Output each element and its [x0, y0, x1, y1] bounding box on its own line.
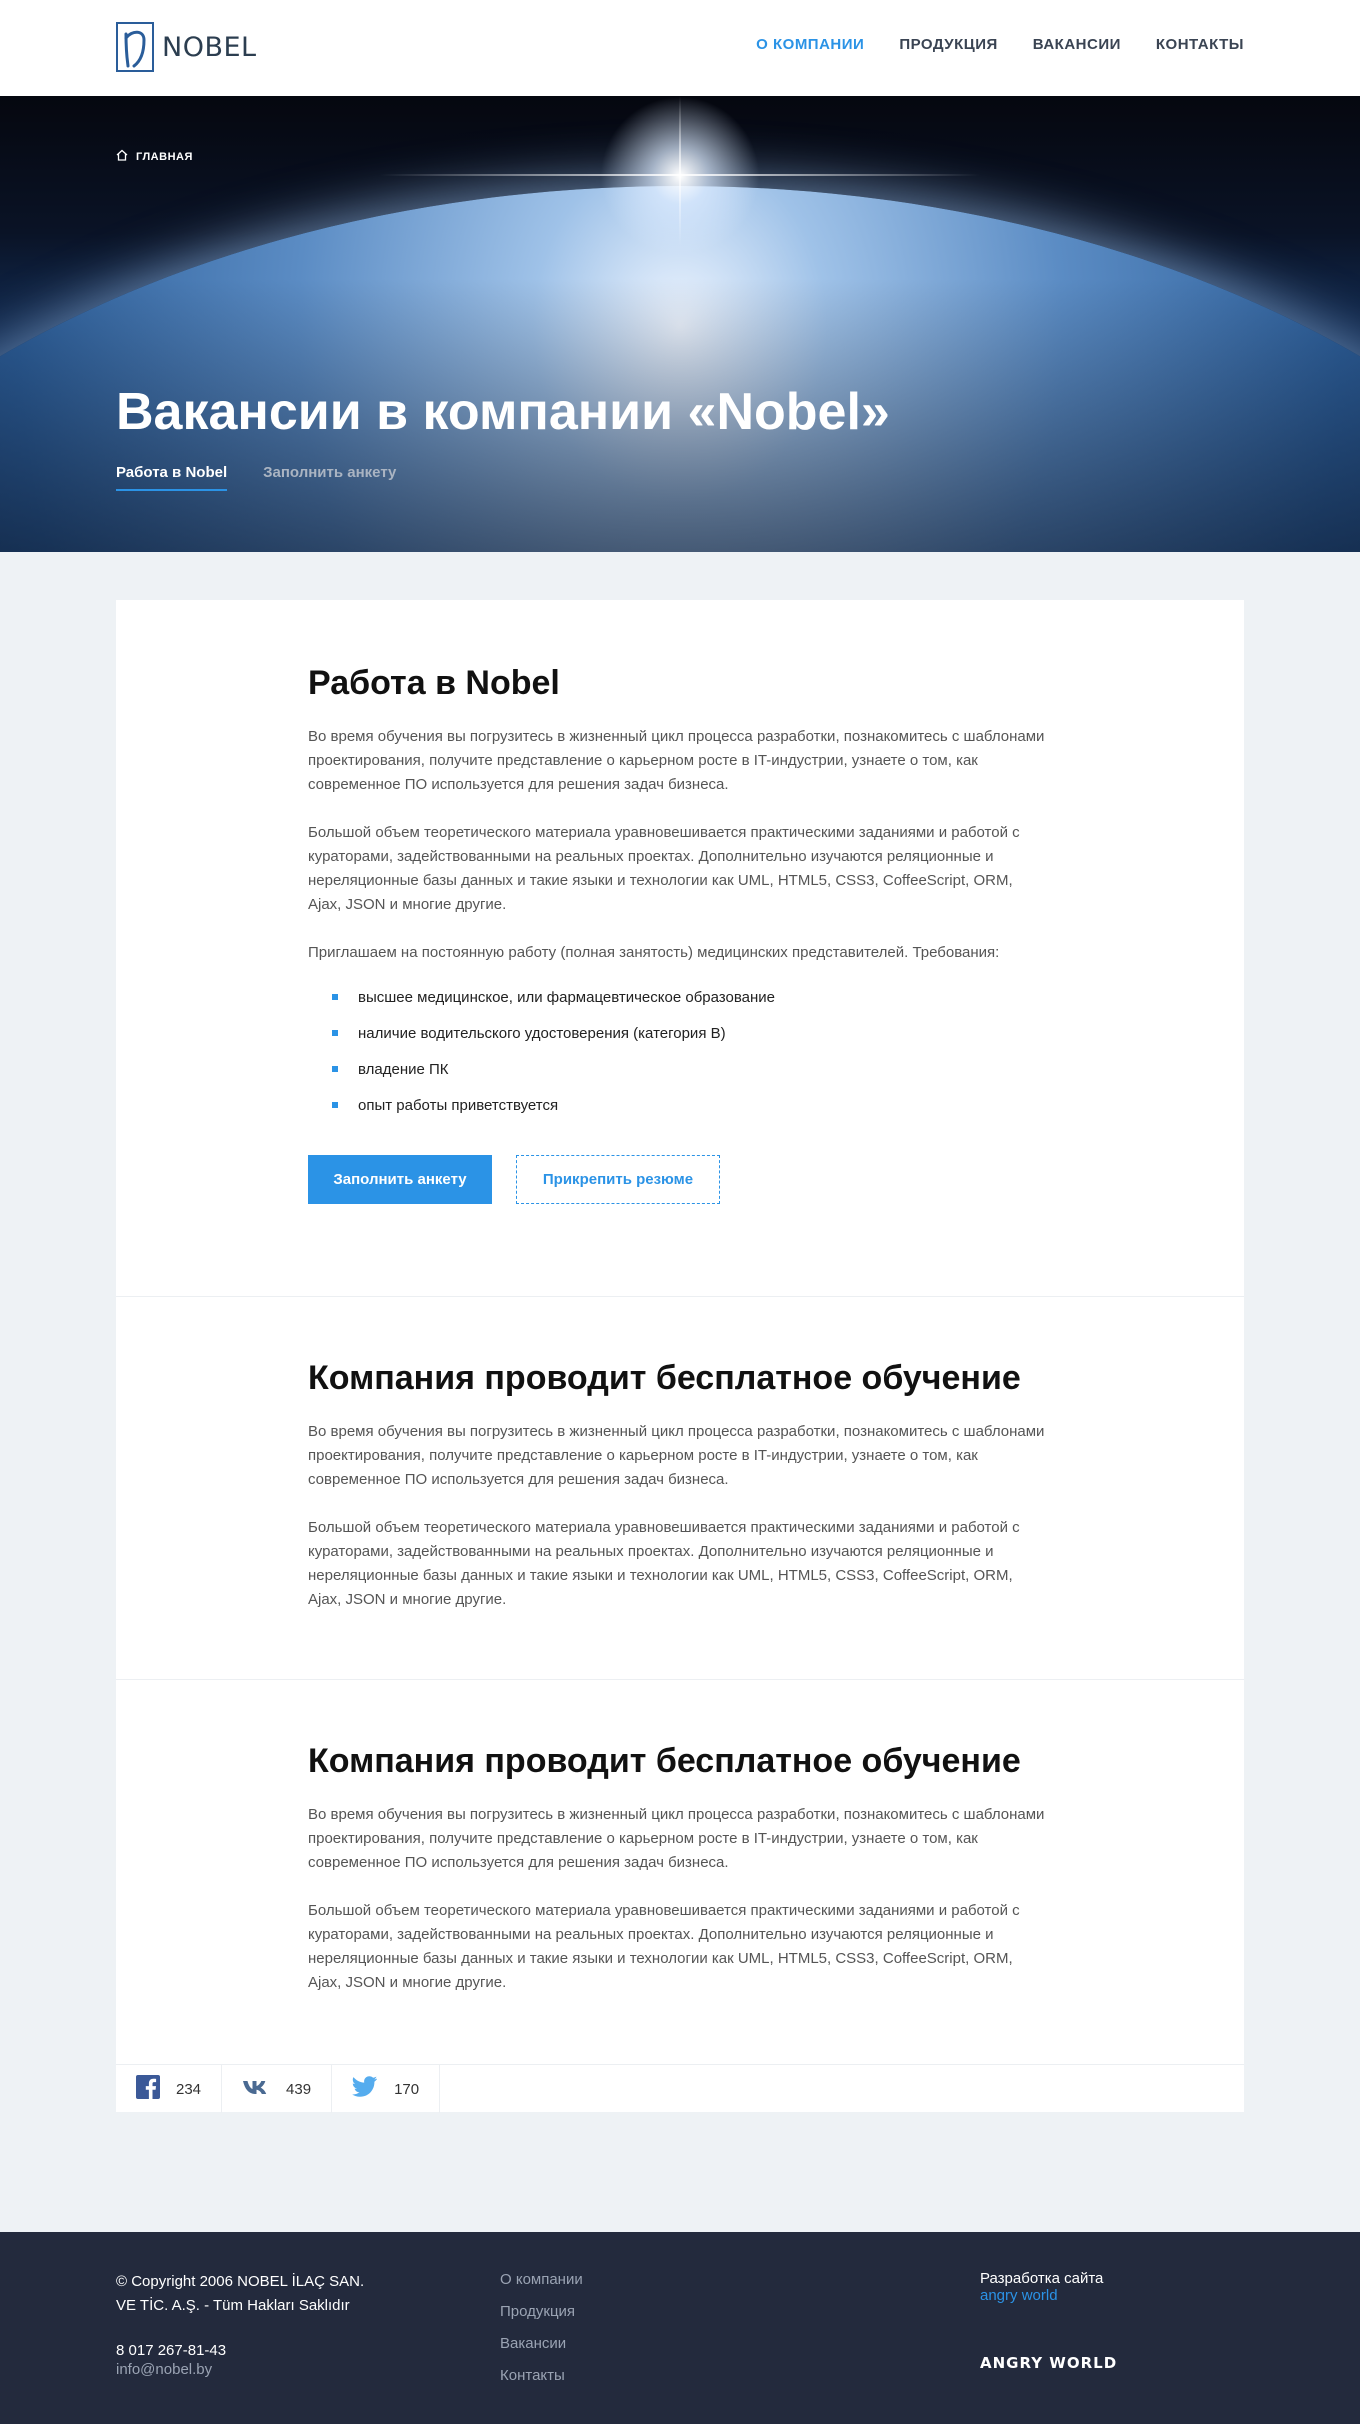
breadcrumb-home-link[interactable]: ГЛАВНАЯ — [136, 151, 193, 163]
developer-link[interactable]: angry world — [980, 2287, 1117, 2304]
footer-link-contacts[interactable]: Контакты — [500, 2366, 583, 2398]
copyright-text: © Copyright 2006 NOBEL İLAÇ SAN. — [116, 2273, 365, 2290]
footer-nav: О компании Продукция Вакансии Контакты — [500, 2270, 583, 2398]
twitter-icon — [352, 2075, 378, 2103]
share-count: 170 — [394, 2080, 420, 2098]
footer-link-vacancies[interactable]: Вакансии — [500, 2334, 583, 2366]
section-paragraph: Приглашаем на постоянную работу (полная … — [308, 944, 1000, 961]
share-facebook[interactable]: 234 — [116, 2065, 223, 2113]
nav-item-contacts[interactable]: КОНТАКТЫ — [1156, 36, 1244, 53]
share-count: 234 — [176, 2080, 202, 2098]
action-buttons: Заполнить анкету Прикрепить резюме — [308, 1155, 1048, 1204]
section-paragraph: Во время обучения вы погрузитесь в жизне… — [308, 1423, 1045, 1488]
footer-phone[interactable]: 8 017 267-81-43 — [116, 2342, 364, 2359]
footer-developer: Разработка сайта angry world ANGRY WORLD — [980, 2270, 1117, 2372]
list-item: опыт работы приветствуется — [332, 1087, 1048, 1123]
list-item: высшее медицинское, или фармацевтическое… — [332, 979, 1048, 1015]
attach-resume-button[interactable]: Прикрепить резюме — [516, 1155, 720, 1204]
facebook-icon — [136, 2074, 160, 2104]
section-title: Компания проводит бесплатное обучение — [308, 1742, 1021, 1780]
nav-item-company[interactable]: О КОМПАНИИ — [756, 36, 864, 53]
footer-link-company[interactable]: О компании — [500, 2270, 583, 2302]
share-twitter[interactable]: 170 — [332, 2065, 441, 2113]
bullet-icon — [332, 994, 338, 1000]
site-header: NOBEL О КОМПАНИИ ПРОДУКЦИЯ ВАКАНСИИ КОНТ… — [0, 0, 1360, 96]
section-paragraph: Большой объем теоретического материала у… — [308, 1519, 1020, 1608]
logo-mark-icon — [116, 22, 154, 72]
share-vk[interactable]: 439 — [222, 2065, 333, 2113]
fill-form-button[interactable]: Заполнить анкету — [308, 1155, 492, 1204]
share-bar: 234 439 170 — [116, 2064, 1244, 2113]
list-item-text: владение ПК — [358, 1060, 449, 1078]
nav-item-products[interactable]: ПРОДУКЦИЯ — [899, 36, 997, 53]
list-item: владение ПК — [332, 1051, 1048, 1087]
section-training: Компания проводит бесплатное обучение Во… — [116, 1297, 1244, 1679]
list-item-text: опыт работы приветствуется — [358, 1096, 559, 1114]
section-paragraph: Большой объем теоретического материала у… — [308, 1902, 1020, 1991]
nav-item-vacancies[interactable]: ВАКАНСИИ — [1033, 36, 1121, 53]
logo-text: NOBEL — [162, 31, 257, 63]
main-nav: О КОМПАНИИ ПРОДУКЦИЯ ВАКАНСИИ КОНТАКТЫ — [756, 36, 1244, 53]
section-paragraph: Во время обучения вы погрузитесь в жизне… — [308, 1806, 1045, 1871]
tab-fill-form[interactable]: Заполнить анкету — [263, 464, 396, 491]
breadcrumb: ГЛАВНАЯ — [116, 148, 193, 166]
developer-brand-logo[interactable]: ANGRY WORLD — [980, 2354, 1117, 2372]
footer-link-products[interactable]: Продукция — [500, 2302, 583, 2334]
developer-label: Разработка сайта — [980, 2270, 1104, 2287]
logo[interactable]: NOBEL — [116, 22, 257, 72]
section-title: Работа в Nobel — [308, 664, 560, 702]
bullet-icon — [332, 1102, 338, 1108]
content-card: Работа в Nobel Во время обучения вы погр… — [116, 600, 1244, 2113]
section-paragraph: Во время обучения вы погрузитесь в жизне… — [308, 728, 1045, 793]
home-icon[interactable] — [116, 148, 128, 166]
vk-icon — [242, 2078, 270, 2101]
footer-email[interactable]: info@nobel.by — [116, 2361, 364, 2378]
bullet-icon — [332, 1066, 338, 1072]
hero-tabs: Работа в Nobel Заполнить анкету — [116, 464, 396, 491]
share-count: 439 — [286, 2080, 312, 2098]
site-footer: © Copyright 2006 NOBEL İLAÇ SAN. VE TİC.… — [0, 2232, 1360, 2424]
requirements-list: высшее медицинское, или фармацевтическое… — [332, 979, 1048, 1123]
section-work: Работа в Nobel Во время обучения вы погр… — [116, 600, 1244, 1296]
list-item-text: высшее медицинское, или фармацевтическое… — [358, 988, 775, 1006]
copyright-text: VE TİC. A.Ş. - Tüm Hakları Saklıdır — [116, 2297, 350, 2314]
tab-work-in-nobel[interactable]: Работа в Nobel — [116, 464, 228, 491]
section-paragraph: Большой объем теоретического материала у… — [308, 824, 1020, 913]
list-item-text: наличие водительского удостоверения (кат… — [358, 1024, 726, 1042]
section-training-2: Компания проводит бесплатное обучение Во… — [116, 1680, 1244, 2064]
footer-info: © Copyright 2006 NOBEL İLAÇ SAN. VE TİC.… — [116, 2270, 364, 2378]
page-title: Вакансии в компании «Nobel» — [116, 383, 890, 441]
hero-banner: ГЛАВНАЯ Вакансии в компании «Nobel» Рабо… — [0, 96, 1360, 552]
list-item: наличие водительского удостоверения (кат… — [332, 1015, 1048, 1051]
bullet-icon — [332, 1030, 338, 1036]
section-title: Компания проводит бесплатное обучение — [308, 1359, 1021, 1397]
